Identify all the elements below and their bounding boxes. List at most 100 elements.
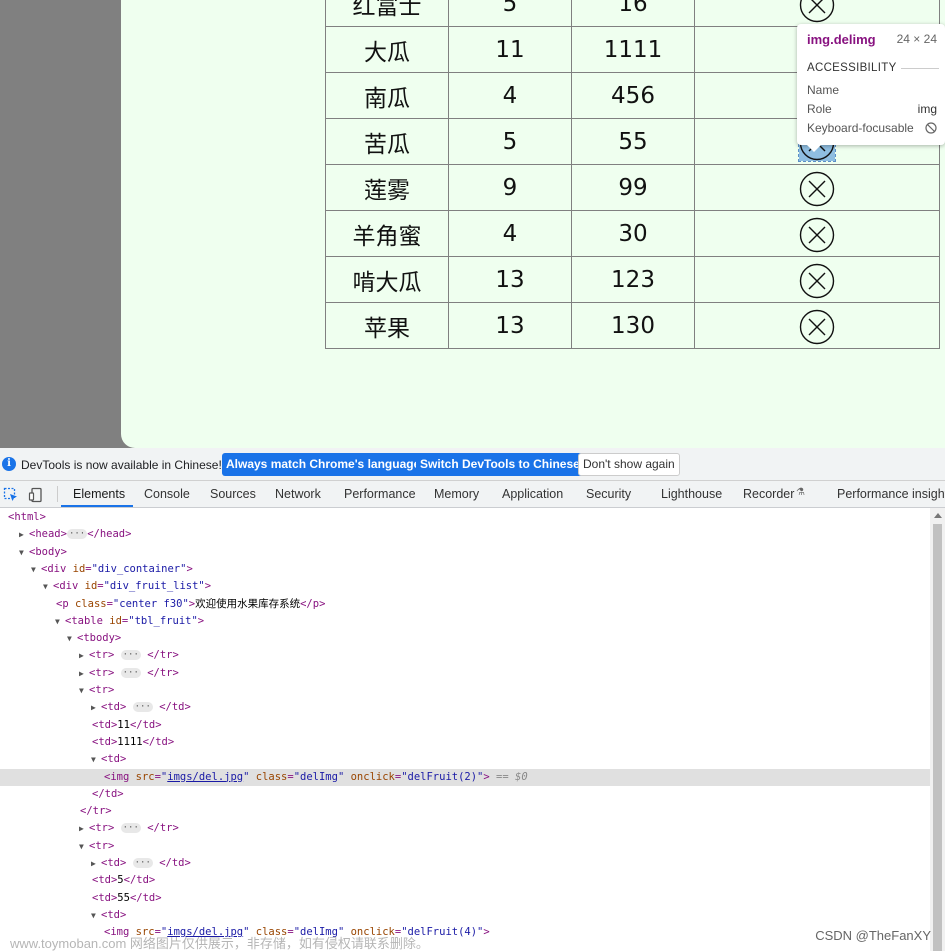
active-tab-underline xyxy=(61,505,133,507)
fruit-price-cell: 13 xyxy=(448,256,572,303)
tooltip-arrow xyxy=(807,145,821,152)
fruit-price-cell: 4 xyxy=(448,210,572,257)
dom-tree-node[interactable]: ▶ <td> ··· </td> xyxy=(0,855,930,872)
expand-triangle-icon[interactable]: ▶ xyxy=(19,526,28,543)
scrollbar-thumb[interactable] xyxy=(933,524,942,951)
delete-icon[interactable] xyxy=(799,217,835,253)
device-toolbar-icon[interactable] xyxy=(28,487,44,503)
switch-chinese-button[interactable]: Switch DevTools to Chinese xyxy=(416,453,584,476)
collapse-triangle-icon[interactable]: ▼ xyxy=(91,907,100,924)
dom-node-code: <div id="div_fruit_list"> xyxy=(53,580,212,593)
expand-triangle-icon[interactable]: ▶ xyxy=(79,665,88,682)
tab-application[interactable]: Application xyxy=(502,487,563,501)
dom-node-code: <td>11</td> xyxy=(92,718,162,731)
inspect-element-icon[interactable] xyxy=(3,487,19,503)
fruit-count-cell: 99 xyxy=(571,164,695,211)
dom-tree-node[interactable]: <td>11</td> xyxy=(0,717,930,734)
dom-tree-node[interactable]: ▼ <tbody> xyxy=(0,630,930,647)
tab-separator xyxy=(57,486,58,502)
dom-tree-node[interactable]: ▶ <head> ··· </head> xyxy=(0,526,930,543)
fruit-price-cell: 9 xyxy=(448,164,572,211)
dom-tree-node[interactable]: <td>55</td> xyxy=(0,890,930,907)
watermark-right: CSDN @TheFanXY xyxy=(815,928,931,943)
tab-memory[interactable]: Memory xyxy=(434,487,479,501)
tab-security[interactable]: Security xyxy=(586,487,631,501)
table-row: 羊角蜜 4 30 xyxy=(325,210,940,257)
expand-triangle-icon[interactable]: ▶ xyxy=(79,820,88,837)
tab-performance[interactable]: Performance xyxy=(344,487,416,501)
tab-recorder[interactable]: Recorder xyxy=(743,487,794,501)
delete-icon[interactable] xyxy=(799,0,835,23)
dom-node-code: <td>55</td> xyxy=(92,891,162,904)
tooltip-size: 24 × 24 xyxy=(896,32,937,46)
expand-triangle-icon[interactable]: ▶ xyxy=(79,647,88,664)
fruit-count-cell: 130 xyxy=(571,302,695,349)
fruit-name-cell: 啃大瓜 xyxy=(325,256,449,303)
tab-sources[interactable]: Sources xyxy=(210,487,256,501)
delete-icon[interactable] xyxy=(799,263,835,299)
dom-tree-node[interactable]: ▼ <tr> xyxy=(0,682,930,699)
dom-tree-node[interactable]: <img src="imgs/del.jpg" class="delImg" o… xyxy=(0,768,930,786)
fruit-action-cell xyxy=(694,256,940,303)
collapse-triangle-icon[interactable]: ▼ xyxy=(19,544,28,561)
match-language-button[interactable]: Always match Chrome's language xyxy=(222,453,425,476)
dom-tree-node[interactable]: ▶ <tr> ··· </tr> xyxy=(0,665,930,682)
dom-node-code: <td>1111</td> xyxy=(92,735,175,748)
expand-triangle-icon[interactable]: ▶ xyxy=(91,855,100,872)
dom-node-code: <img src="imgs/del.jpg" class="delImg" o… xyxy=(104,770,528,783)
tab-console[interactable]: Console xyxy=(144,487,190,501)
dom-tree-node[interactable]: </tr> xyxy=(0,803,930,820)
dom-node-code: <tr> ··· </tr> xyxy=(89,666,179,679)
tooltip-focusable-label: Keyboard-focusable xyxy=(807,121,914,135)
collapse-triangle-icon[interactable]: ▼ xyxy=(31,561,40,578)
collapse-triangle-icon[interactable]: ▼ xyxy=(43,578,52,595)
not-allowed-icon xyxy=(925,122,937,137)
dont-show-again-button[interactable]: Don't show again xyxy=(578,453,680,476)
dom-tree-node[interactable]: ▼ <td> xyxy=(0,751,930,768)
info-icon: i xyxy=(2,457,16,471)
dom-tree-node[interactable]: ▶ <tr> ··· </tr> xyxy=(0,647,930,664)
dom-tree-node[interactable]: </td> xyxy=(0,786,930,803)
dom-tree-node[interactable]: ▼ <table id="tbl_fruit"> xyxy=(0,613,930,630)
tab-lighthouse[interactable]: Lighthouse xyxy=(661,487,722,501)
tab-performance-insights[interactable]: Performance insights xyxy=(837,487,945,501)
tab-elements[interactable]: Elements xyxy=(73,487,125,501)
dom-node-code: </td> xyxy=(92,787,124,800)
table-row: 啃大瓜 13 123 xyxy=(325,256,940,303)
dom-tree-node[interactable]: <td>5</td> xyxy=(0,872,930,889)
scroll-up-icon[interactable] xyxy=(934,513,942,518)
collapse-triangle-icon[interactable]: ▼ xyxy=(67,630,76,647)
elements-scrollbar[interactable] xyxy=(930,508,945,951)
fruit-action-cell xyxy=(694,164,940,211)
collapse-triangle-icon[interactable]: ▼ xyxy=(79,838,88,855)
dom-node-code: <tr> xyxy=(89,839,115,852)
fruit-count-cell: 123 xyxy=(571,256,695,303)
dom-tree-node[interactable]: ▶ <tr> ··· </tr> xyxy=(0,820,930,837)
table-row: 莲雾 9 99 xyxy=(325,164,940,211)
dom-tree-node[interactable]: ▼ <tr> xyxy=(0,838,930,855)
table-row: 苹果 13 130 xyxy=(325,302,940,349)
collapse-triangle-icon[interactable]: ▼ xyxy=(55,613,64,630)
dom-tree-node[interactable]: ▼ <td> xyxy=(0,907,930,924)
dom-node-code: <td> xyxy=(101,753,127,766)
fruit-count-cell: 16 xyxy=(571,0,695,27)
fruit-count-cell: 456 xyxy=(571,72,695,119)
tab-network[interactable]: Network xyxy=(275,487,321,501)
collapse-triangle-icon[interactable]: ▼ xyxy=(79,682,88,699)
dom-tree-node[interactable]: <html> xyxy=(0,509,930,526)
dom-tree-node[interactable]: ▶ <td> ··· </td> xyxy=(0,699,930,716)
dom-tree-node[interactable]: ▼ <div id="div_fruit_list"> xyxy=(0,578,930,595)
dom-tree-node[interactable]: ▼ <div id="div_container"> xyxy=(0,561,930,578)
delete-icon[interactable] xyxy=(799,171,835,207)
expand-triangle-icon[interactable]: ▶ xyxy=(91,699,100,716)
dom-tree-node[interactable]: ▼ <body> xyxy=(0,544,930,561)
collapse-triangle-icon[interactable]: ▼ xyxy=(91,751,100,768)
devtools-language-banner: i DevTools is now available in Chinese! … xyxy=(0,448,945,481)
tooltip-section-heading: ACCESSIBILITY xyxy=(807,62,897,74)
dom-node-code: <td>5</td> xyxy=(92,874,156,887)
tooltip-title: img.delimg xyxy=(807,32,876,47)
dom-tree-node[interactable]: <td>1111</td> xyxy=(0,734,930,751)
delete-icon[interactable] xyxy=(799,309,835,345)
dom-node-code: <p class="center f30">欢迎使用水果库存系统</p> xyxy=(56,597,326,610)
dom-tree-node[interactable]: <p class="center f30">欢迎使用水果库存系统</p> xyxy=(0,596,930,613)
